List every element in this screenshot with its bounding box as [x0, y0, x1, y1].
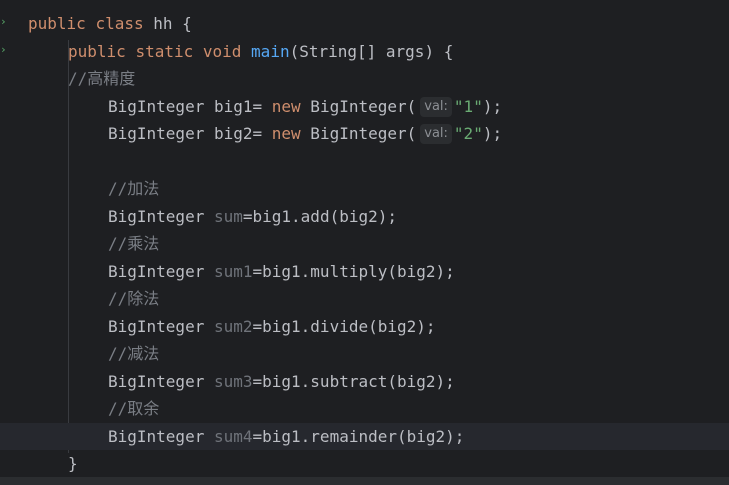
keyword: public	[28, 14, 86, 33]
code-line[interactable]: //减法	[0, 340, 729, 368]
code-line[interactable]: //乘法	[0, 230, 729, 258]
keyword: new	[271, 124, 301, 143]
comment: //除法	[108, 289, 160, 308]
method-name: main	[251, 41, 290, 61]
unused-variable: sum3	[213, 371, 253, 391]
code-text: =big1.multiply(big2);	[252, 261, 455, 281]
code-line[interactable]: //取余	[0, 395, 729, 423]
code-text: =big1.divide(big2);	[252, 316, 436, 336]
code-text: BigInteger(	[300, 96, 417, 116]
parameter-hint: val:	[420, 96, 452, 117]
code-line[interactable]: //加法	[0, 175, 729, 203]
code-area[interactable]: public class hh { public static void mai…	[0, 10, 729, 478]
horizontal-scrollbar[interactable]	[0, 477, 729, 485]
code-line[interactable]: BigInteger big1= new BigInteger(val: "1")…	[0, 93, 729, 121]
code-text: (String[] args) {	[289, 41, 454, 61]
code-text: BigInteger	[108, 426, 214, 446]
keyword: void	[202, 41, 242, 61]
unused-variable: sum4	[213, 426, 253, 446]
code-line[interactable]: BigInteger sum1=big1.multiply(big2);	[0, 258, 729, 286]
keyword: static	[135, 41, 194, 61]
comment: //乘法	[108, 234, 160, 253]
unused-variable: sum2	[213, 316, 253, 336]
code-text: =big1.remainder(big2);	[252, 426, 465, 446]
code-text: hh {	[143, 14, 192, 33]
unused-variable: sum1	[213, 261, 253, 281]
keyword: public	[68, 41, 126, 61]
string-literal: "2"	[453, 124, 483, 143]
code-line[interactable]: //除法	[0, 285, 729, 313]
code-line[interactable]: public static void main(String[] args) {	[0, 38, 729, 66]
code-text: BigInteger	[108, 371, 214, 391]
closing-brace: }	[68, 454, 78, 473]
code-text: =big1.subtract(big2);	[252, 371, 455, 391]
comment: //加法	[108, 179, 160, 198]
code-text: BigInteger big2=	[108, 124, 272, 143]
comment: //减法	[108, 344, 160, 363]
code-editor[interactable]: › › public class hh { public static void…	[0, 0, 729, 485]
unused-variable: sum	[213, 206, 243, 226]
comment: //高精度	[68, 69, 136, 88]
code-line-empty[interactable]	[0, 148, 729, 176]
code-text: =big1.add(big2);	[242, 206, 397, 226]
parameter-hint: val:	[420, 124, 452, 144]
code-line[interactable]: public class hh {	[0, 10, 729, 38]
code-text: );	[482, 124, 503, 143]
code-line[interactable]: //高精度	[0, 65, 729, 93]
code-line[interactable]: BigInteger big2= new BigInteger(val: "2")…	[0, 120, 729, 148]
code-line[interactable]: }	[0, 450, 729, 478]
code-text: );	[482, 96, 503, 116]
code-text: BigInteger(	[300, 124, 417, 143]
code-text: BigInteger	[108, 261, 214, 281]
keyword: new	[271, 96, 301, 116]
code-line[interactable]: BigInteger sum3=big1.subtract(big2);	[0, 368, 729, 396]
string-literal: "1"	[453, 96, 483, 116]
code-text: BigInteger	[108, 316, 214, 336]
comment: //取余	[108, 399, 160, 418]
code-text: BigInteger big1=	[108, 96, 272, 116]
code-line[interactable]: BigInteger sum=big1.add(big2);	[0, 203, 729, 231]
code-line-current[interactable]: BigInteger sum4=big1.remainder(big2);	[0, 422, 729, 450]
code-line[interactable]: BigInteger sum2=big1.divide(big2);	[0, 313, 729, 341]
keyword: class	[95, 14, 144, 33]
code-text: BigInteger	[108, 206, 214, 226]
